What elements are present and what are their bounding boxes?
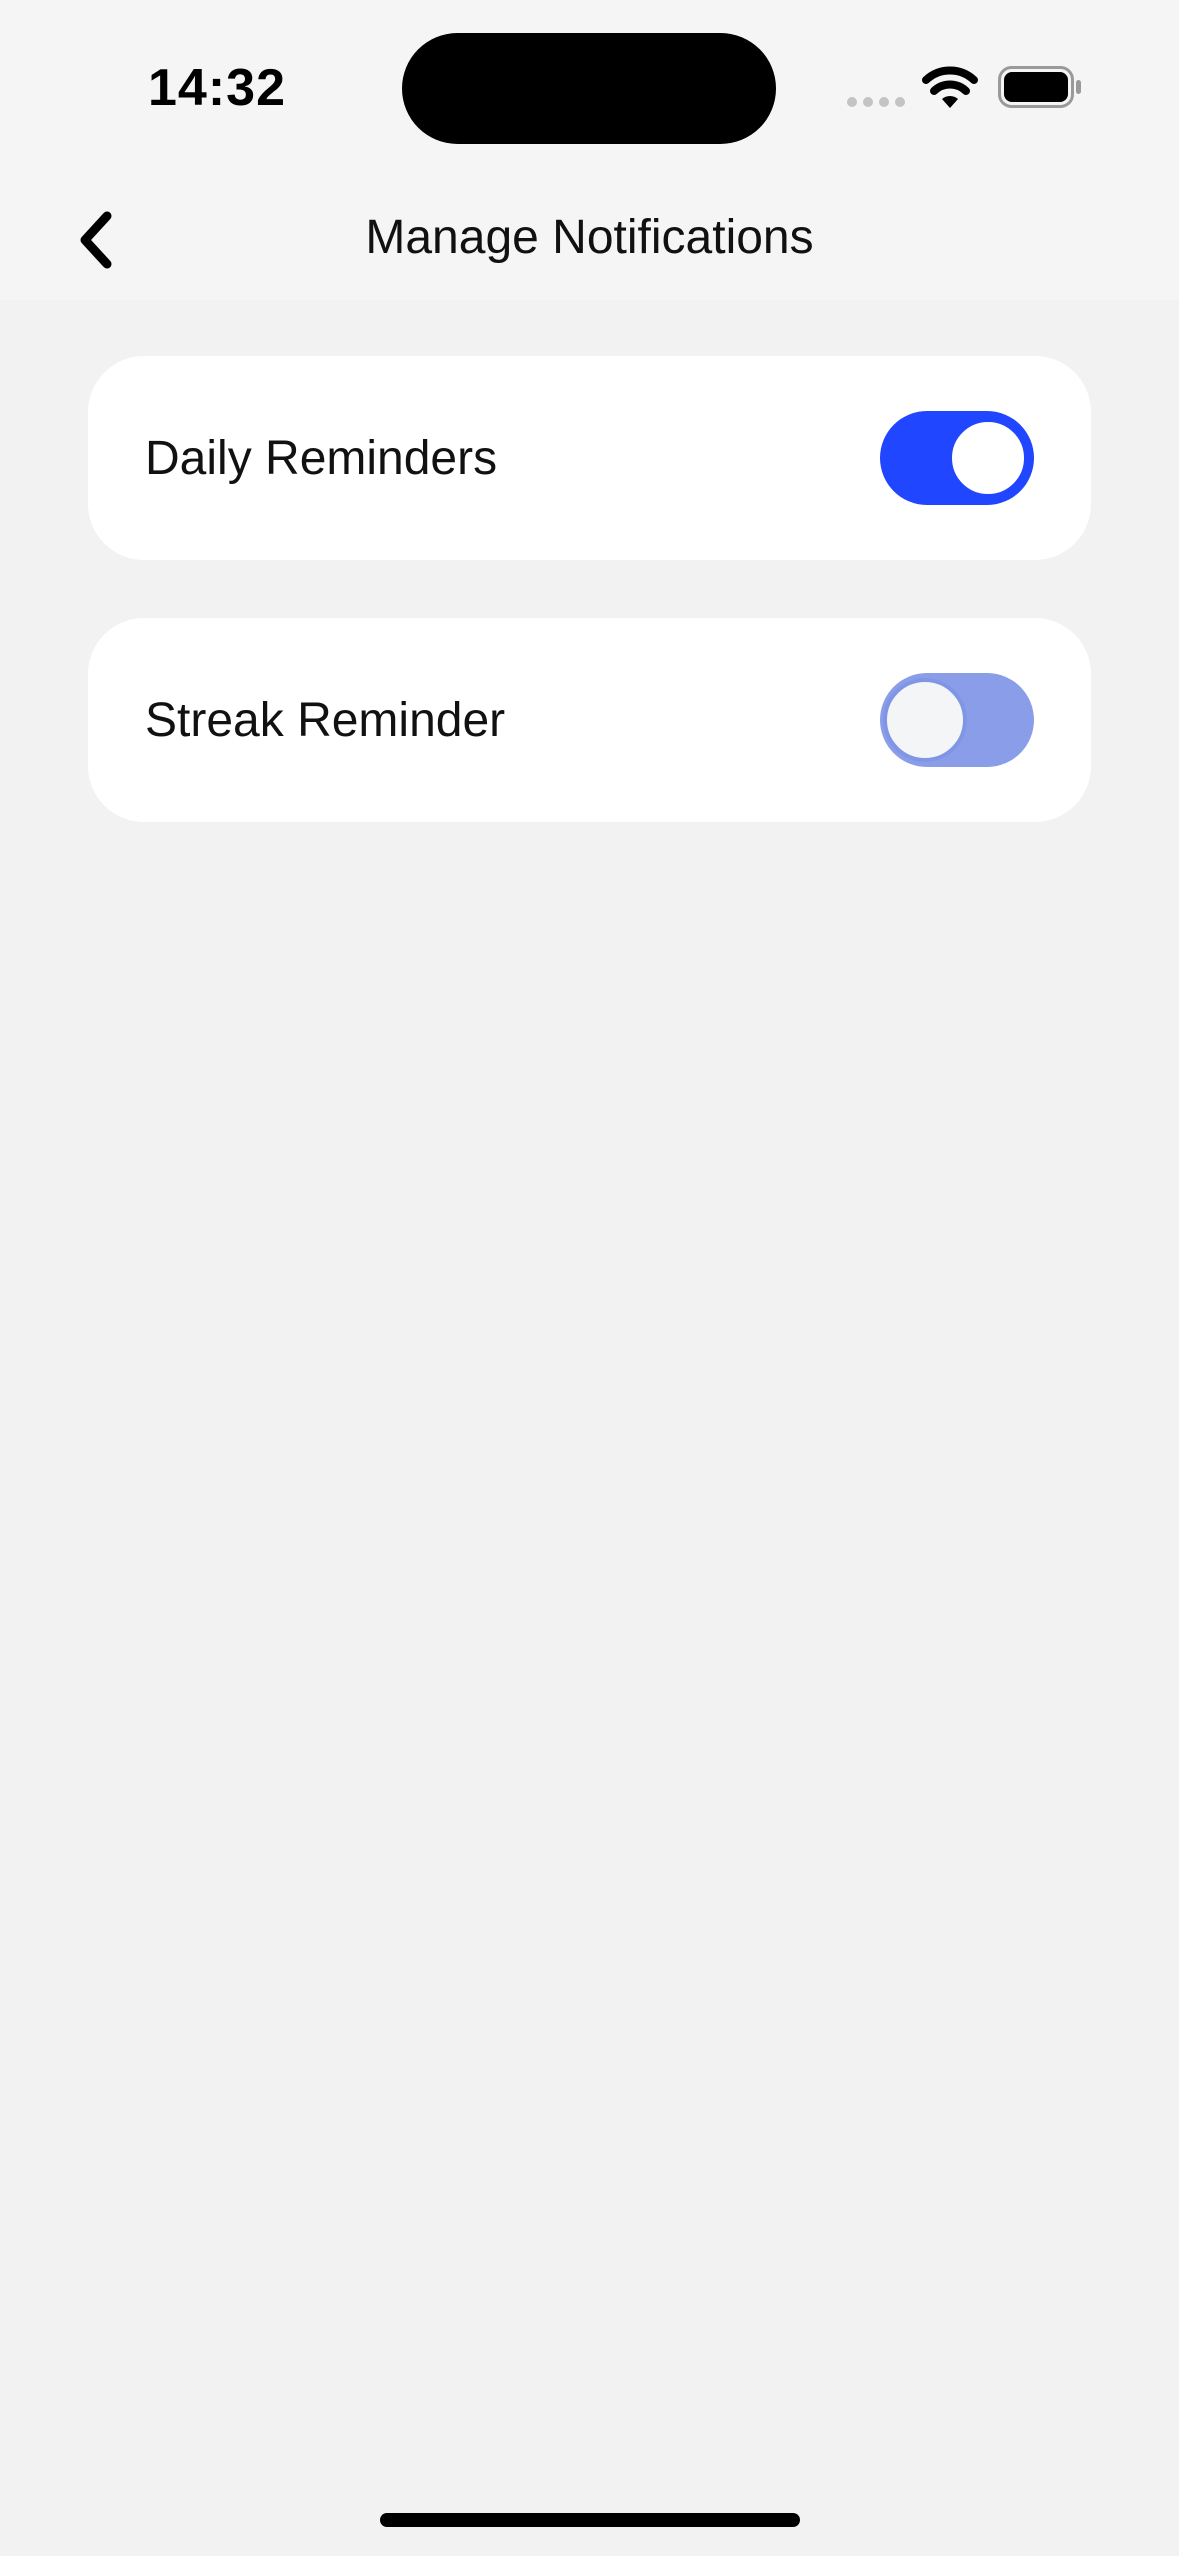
wifi-icon bbox=[922, 66, 978, 108]
navigation-bar: Manage Notifications bbox=[0, 180, 1179, 300]
cellular-signal-icon bbox=[847, 97, 905, 107]
toggle-knob bbox=[948, 418, 1028, 498]
setting-card-streak-reminder: Streak Reminder bbox=[88, 618, 1091, 822]
setting-card-daily-reminders: Daily Reminders bbox=[88, 356, 1091, 560]
daily-reminders-toggle[interactable] bbox=[880, 411, 1034, 505]
setting-label-streak-reminder: Streak Reminder bbox=[145, 693, 506, 747]
status-time: 14:32 bbox=[148, 59, 286, 117]
toggle-knob bbox=[883, 678, 967, 762]
battery-icon bbox=[998, 66, 1081, 108]
streak-reminder-toggle[interactable] bbox=[880, 673, 1034, 767]
dynamic-island bbox=[402, 33, 776, 144]
status-bar: 14:32 bbox=[0, 0, 1179, 180]
page-title: Manage Notifications bbox=[365, 211, 814, 264]
setting-label-daily-reminders: Daily Reminders bbox=[145, 431, 498, 485]
home-indicator[interactable] bbox=[380, 2513, 800, 2527]
